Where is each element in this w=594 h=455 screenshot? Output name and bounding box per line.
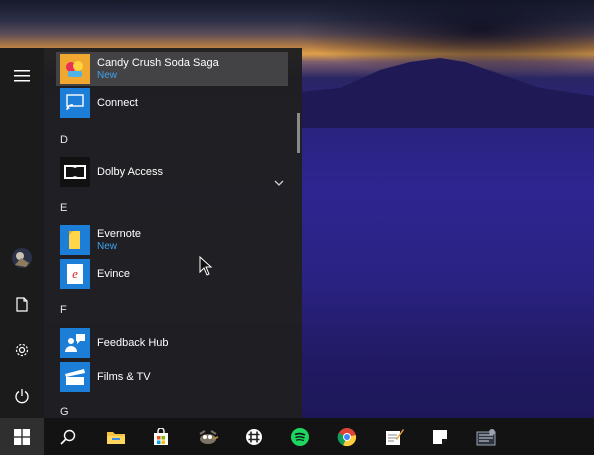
- app-name: Films & TV: [97, 370, 151, 383]
- notepad-icon[interactable]: [372, 418, 416, 455]
- power-icon[interactable]: [0, 378, 44, 414]
- user-avatar-icon[interactable]: [0, 240, 44, 276]
- file-explorer-icon[interactable]: [94, 418, 138, 455]
- hamburger-menu-icon[interactable]: [0, 58, 44, 94]
- chevron-down-icon[interactable]: [272, 176, 286, 190]
- evince-icon: e: [60, 259, 90, 289]
- chrome-icon[interactable]: [325, 418, 369, 455]
- letter-header-e[interactable]: E: [60, 202, 67, 214]
- app-connect[interactable]: Connect: [56, 86, 288, 120]
- app-dolby-access[interactable]: Dolby Access: [56, 155, 288, 189]
- app-name: Evince: [97, 267, 131, 280]
- windows-start-icon[interactable]: [0, 418, 44, 455]
- sticky-notes-icon[interactable]: [418, 418, 462, 455]
- films-tv-icon: [60, 362, 90, 392]
- documents-icon[interactable]: [0, 286, 44, 322]
- mouse-cursor-icon: [199, 256, 213, 276]
- evernote-icon: [60, 225, 90, 255]
- mountain-silhouette: [300, 58, 594, 128]
- start-menu: Candy Crush Soda Saga New Connect D Dolb…: [0, 48, 302, 418]
- app-name: Feedback Hub: [97, 336, 169, 349]
- letter-header-d[interactable]: D: [60, 134, 68, 146]
- search-icon[interactable]: [46, 418, 90, 455]
- app-candy-crush[interactable]: Candy Crush Soda Saga New: [56, 52, 288, 86]
- microsoft-store-icon[interactable]: [139, 418, 183, 455]
- app-list: Candy Crush Soda Saga New Connect D Dolb…: [44, 48, 302, 418]
- app-name: Dolby Access: [97, 165, 164, 178]
- slack-icon[interactable]: [232, 418, 276, 455]
- app-new-badge: New: [97, 69, 118, 81]
- candy-crush-icon: [60, 54, 90, 84]
- app-name: Evernote: [97, 227, 142, 240]
- svg-text:e: e: [72, 266, 78, 281]
- app-new-badge: New: [97, 240, 118, 252]
- app-films-tv[interactable]: Films & TV: [56, 360, 288, 394]
- app-name: Candy Crush Soda Saga: [97, 56, 219, 69]
- dolby-icon: [60, 157, 90, 187]
- scrollbar-thumb[interactable]: [297, 113, 300, 153]
- connect-icon: [60, 88, 90, 118]
- gimp-icon[interactable]: [186, 418, 230, 455]
- app-evince[interactable]: e Evince: [56, 257, 288, 291]
- spotify-icon[interactable]: [278, 418, 322, 455]
- app-evernote[interactable]: Evernote New: [56, 223, 288, 257]
- letter-header-f[interactable]: F: [60, 304, 67, 316]
- start-left-rail: [0, 48, 44, 418]
- app-name: Connect: [97, 96, 138, 109]
- taskbar: [0, 418, 594, 455]
- letter-header-g[interactable]: G: [60, 406, 69, 418]
- app-feedback-hub[interactable]: Feedback Hub: [56, 326, 288, 360]
- settings-icon[interactable]: [0, 332, 44, 368]
- media-app-icon[interactable]: [464, 418, 508, 455]
- feedback-hub-icon: [60, 328, 90, 358]
